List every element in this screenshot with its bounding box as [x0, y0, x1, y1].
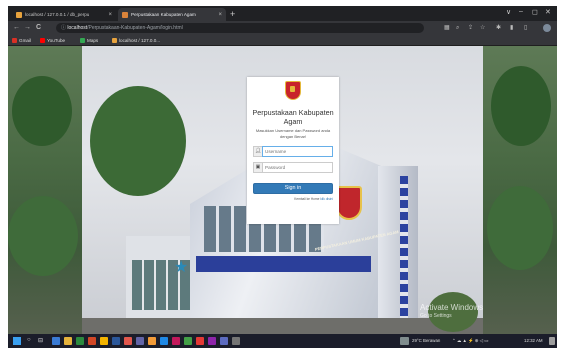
zoom-icon[interactable]: ⌕ [456, 24, 459, 32]
browser-toolbar: ← → C ⓘ localhost/Perpustakaan-Kabupaten… [8, 21, 557, 35]
search-icon[interactable]: ○ [27, 337, 31, 343]
tab-phpmyadmin[interactable]: localhost / 127.0.0.1 / db_perpu × [12, 8, 116, 21]
bookmark-localhost[interactable]: localhost / 127.0.0... [112, 36, 160, 45]
localhost-icon [112, 38, 117, 43]
tab-title: Perpustakaan Kabupaten Agam [131, 12, 196, 17]
back-home-label: Kembali ke Home [294, 197, 320, 201]
user-icon: 👤︎ [253, 146, 262, 157]
bookmark-gmail[interactable]: Gmail [12, 36, 31, 45]
username-field-group: 👤︎ [253, 146, 333, 157]
share-icon[interactable]: ⇪ [468, 24, 473, 32]
watermark-subtitle: Go to Settings [420, 313, 452, 319]
password-field-group: ▣ [253, 162, 333, 173]
excel-icon[interactable] [76, 337, 84, 345]
background-trees-left [8, 46, 82, 334]
activate-windows-watermark: Activate Windows Go to Settings [420, 303, 483, 321]
teams-icon[interactable] [136, 337, 144, 345]
translate-icon[interactable]: ▦ [444, 24, 450, 32]
login-page: PERPUSTAKAAN UMUM KABUPATEN AGAM ★ Activ… [8, 46, 557, 334]
app-icon[interactable] [208, 337, 216, 345]
app-icon[interactable] [232, 337, 240, 345]
tab-strip: localhost / 127.0.0.1 / db_perpu × Perpu… [8, 6, 557, 21]
close-window-icon[interactable]: ✕ [545, 8, 551, 16]
task-view-icon[interactable]: ⊟ [38, 337, 43, 344]
bookmark-maps[interactable]: Maps [80, 36, 98, 45]
site-favicon-icon [122, 11, 128, 18]
clock[interactable]: 12:32 AM [524, 338, 543, 343]
bookmark-youtube[interactable]: YouTube [40, 36, 65, 45]
login-subtitle: Masukkan Username dan Password anda deng… [255, 128, 331, 139]
reload-icon[interactable]: C [36, 23, 41, 33]
app-icon[interactable] [124, 337, 132, 345]
address-bar[interactable]: ⓘ localhost/Perpustakaan-Kabupaten-Agam/… [56, 23, 424, 33]
xampp-icon[interactable] [148, 337, 156, 345]
building-tower [378, 166, 418, 334]
system-tray-icons[interactable]: ⌃ ☁ ▲ ⚡ ⊕ ◁ ▭ [452, 338, 488, 344]
url-host: localhost [67, 25, 88, 31]
lock-icon: ▣ [253, 162, 262, 173]
maps-icon [80, 38, 85, 43]
star-logo-icon: ★ [174, 259, 189, 276]
close-tab-icon[interactable]: × [218, 12, 222, 18]
back-icon[interactable]: ← [13, 23, 20, 33]
forward-icon[interactable]: → [24, 23, 31, 33]
back-home-text: Kembali ke Home klik disini [253, 197, 333, 201]
chrome-icon[interactable] [100, 337, 108, 345]
youtube-app-icon[interactable] [196, 337, 204, 345]
username-input[interactable] [262, 146, 333, 157]
store-icon[interactable] [160, 337, 168, 345]
media-icon[interactable] [172, 337, 180, 345]
bookmark-label: YouTube [47, 38, 66, 43]
edge-icon[interactable] [52, 337, 60, 345]
login-title: Perpustakaan Kabupaten Agam [252, 108, 334, 126]
youtube-icon [40, 38, 45, 43]
weather-icon [400, 337, 409, 345]
close-tab-icon[interactable]: × [108, 12, 112, 18]
weather-text[interactable]: 29°C Berawan [412, 338, 440, 343]
word-icon[interactable] [112, 337, 120, 345]
kabupaten-agam-logo [285, 81, 301, 100]
tab-search-icon[interactable]: ∨ [506, 8, 511, 16]
tab-perpustakaan[interactable]: Perpustakaan Kabupaten Agam × [118, 8, 226, 21]
tab-title: localhost / 127.0.0.1 / db_perpu [25, 12, 90, 17]
sidepanel-icon[interactable]: ▯ [524, 24, 527, 32]
building-blue-band [196, 256, 371, 272]
background-tree [90, 86, 186, 196]
building-emblem [336, 186, 362, 220]
background-trees-right [483, 46, 557, 334]
password-input[interactable] [262, 162, 333, 173]
minimize-icon[interactable]: – [519, 8, 523, 15]
powerpoint-icon[interactable] [88, 337, 96, 345]
signin-button[interactable]: Sign in [253, 183, 333, 194]
bookmark-label: Gmail [19, 38, 31, 43]
bookmark-label: Maps [87, 38, 99, 43]
profile-avatar[interactable] [543, 24, 551, 32]
vscode-icon[interactable] [220, 337, 228, 345]
back-home-link[interactable]: klik disini [320, 197, 333, 201]
watermark-title: Activate Windows [420, 303, 484, 312]
gmail-icon [12, 38, 17, 43]
maximize-icon[interactable]: ◻ [532, 8, 538, 16]
whatsapp-icon[interactable] [184, 337, 192, 345]
bookmarks-bar: Gmail YouTube Maps localhost / 127.0.0..… [8, 35, 557, 46]
url-path: /Perpustakaan-Kabupaten-Agam/login.html [87, 25, 183, 31]
reading-list-icon[interactable]: ▮ [510, 24, 513, 32]
site-info-icon[interactable]: ⓘ [61, 25, 66, 31]
windows-start-icon[interactable] [13, 337, 21, 345]
phpmyadmin-favicon-icon [16, 11, 22, 18]
bookmark-label: localhost / 127.0.0... [119, 38, 161, 43]
extensions-icon[interactable]: ✱ [496, 24, 501, 32]
bookmark-star-icon[interactable]: ☆ [480, 24, 485, 32]
browser-window: localhost / 127.0.0.1 / db_perpu × Perpu… [8, 6, 557, 348]
windows-taskbar: ○ ⊟ 29°C Berawan ⌃ ☁ ▲ ⚡ ⊕ ◁ ▭ 12:32 AM [8, 334, 557, 348]
file-explorer-icon[interactable] [64, 337, 72, 345]
notification-icon[interactable] [549, 337, 555, 345]
new-tab-button[interactable]: + [230, 9, 235, 19]
login-card: Perpustakaan Kabupaten Agam Masukkan Use… [247, 77, 339, 224]
